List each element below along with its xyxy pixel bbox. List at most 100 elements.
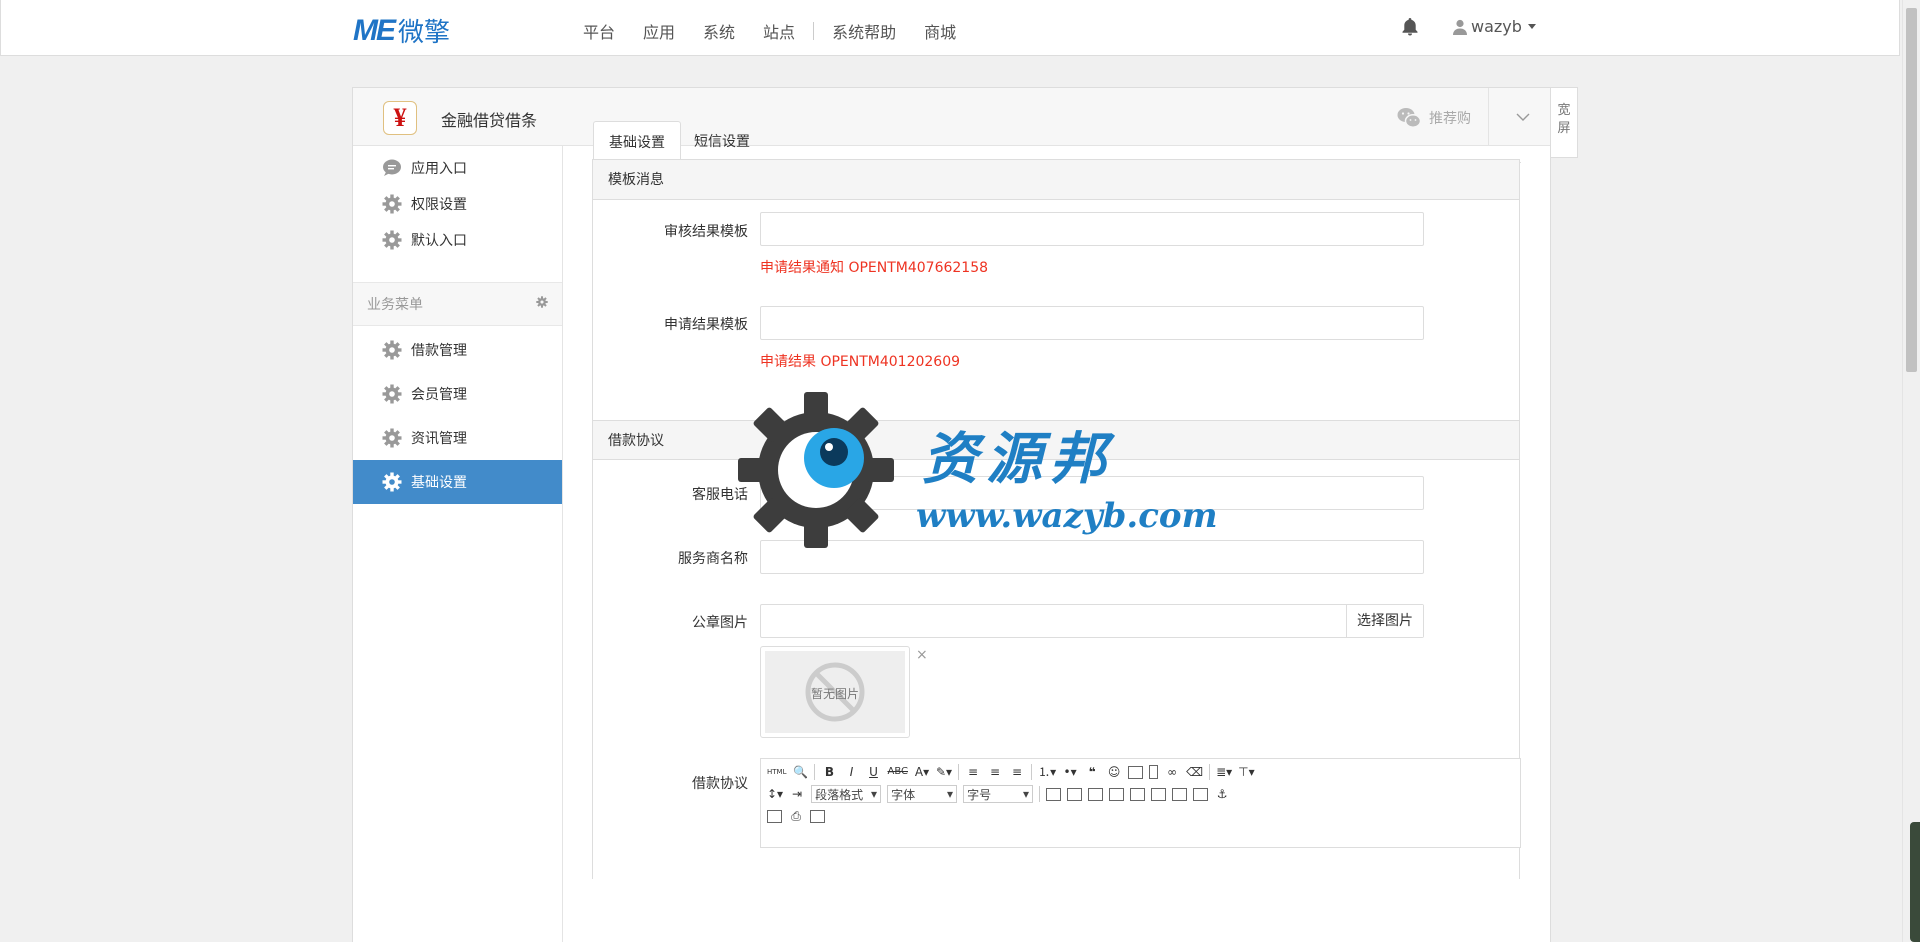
sidebar-group-business: 业务菜单 [353,282,562,326]
sidebar-item-label: 基础设置 [411,475,467,491]
app-title: 金融借贷借条 [441,111,538,130]
sidebar-item-basic-settings[interactable]: 基础设置 [353,460,562,504]
table-delete-icon[interactable] [1067,787,1083,801]
italic-icon[interactable]: I [843,764,859,780]
tab-sms-settings[interactable]: 短信设置 [679,121,765,164]
nav-apps[interactable]: 应用 [643,19,675,43]
align-right-icon[interactable]: ≡ [1009,764,1025,780]
user-menu[interactable]: wazyb [1453,17,1536,36]
pick-image-button[interactable]: 选择图片 [1346,605,1423,637]
nav-store[interactable]: 商城 [924,19,956,43]
unordered-list-icon[interactable]: •▾ [1062,764,1078,780]
table-props-icon[interactable] [1172,787,1188,801]
sidebar-group-label: 业务菜单 [367,297,423,313]
review-template-label: 审核结果模板 [664,224,748,240]
apply-template-label: 申请结果模板 [664,317,748,333]
print-icon[interactable]: ⎙ [788,808,804,824]
sidebar-item-default-entry[interactable]: 默认入口 [353,218,562,262]
sidebar-item-label: 借款管理 [411,343,467,359]
brand-logo[interactable]: ME 微擎 [353,12,450,49]
wide-screen-button[interactable]: 宽屏 [1551,87,1578,158]
apply-template-hint: 申请结果 OPENTM401202609 [760,354,961,370]
editor-toolbar-row-2: ↕▾ ⇥ 段落格式 ▾ 字体 ▾ 字号 ▾ ⚓ [767,783,1230,805]
highlight-icon[interactable]: ✎▾ [936,764,952,780]
rich-text-editor[interactable]: HTML 🔍 B I U ABC A▾ ✎▾ ≡ ≡ ≡ ⒈▾ •▾ ❝ ☺ ∞… [760,758,1521,848]
nav-platform[interactable]: 平台 [583,19,615,43]
align-left-icon[interactable]: ≡ [965,764,981,780]
toolbar-divider [1039,786,1041,802]
align-center-icon[interactable]: ≡ [987,764,1003,780]
gear-icon [381,193,403,215]
paste-icon[interactable] [810,809,825,823]
table-col-icon[interactable] [1109,787,1125,801]
toolbar-divider [1209,764,1211,780]
font-family-select[interactable]: 字体 ▾ [887,785,958,803]
table-merge-icon[interactable] [1130,787,1146,801]
side-widget-tab[interactable] [1910,822,1920,942]
quote-icon[interactable]: ❝ [1084,764,1100,780]
anchor-icon[interactable]: ⚓ [1214,786,1230,802]
apply-template-input[interactable] [760,306,1424,340]
sidebar-item-label: 应用入口 [411,161,467,177]
format-painter-icon[interactable]: ⊤▾ [1238,764,1254,780]
review-template-input[interactable] [760,212,1424,246]
no-image-text: 暂无图片 [811,687,860,701]
font-size-select[interactable]: 字号 ▾ [963,785,1034,803]
link-icon[interactable]: ∞ [1164,764,1180,780]
tab-basic-settings[interactable]: 基础设置 [593,121,681,164]
nav-system[interactable]: 系统 [703,19,735,43]
paragraph-format-value: 段落格式 [815,787,864,802]
emoji-icon[interactable]: ☺ [1106,764,1122,780]
watermark: 资源邦 www.wazyb.com [736,390,1218,550]
sidebar-item-label: 默认入口 [411,233,467,249]
agreement-label: 借款协议 [692,776,748,792]
gear-icon [381,339,403,361]
select-caret-icon: ▾ [871,787,878,801]
page-break-icon[interactable] [1149,765,1159,779]
toolbar-divider [958,764,960,780]
remove-image-icon[interactable]: × [916,647,928,663]
strikethrough-icon[interactable]: ABC [887,764,908,780]
wide-screen-label: 宽屏 [1557,103,1571,136]
sidebar-item-news[interactable]: 资讯管理 [353,416,562,460]
gear-icon [381,229,403,251]
caret-down-icon [1527,24,1536,29]
table-insert-icon[interactable] [1046,787,1062,801]
toolbar-divider [1031,764,1033,780]
watermark-title: 资源邦 [922,426,1114,492]
font-size-value: 字号 [967,787,992,802]
html-source-button[interactable]: HTML [767,764,786,780]
username: wazyb [1471,17,1522,36]
eraser-icon[interactable]: ⌫ [1186,764,1203,780]
table-row-icon[interactable] [1088,787,1104,801]
nav-sites[interactable]: 站点 [763,19,795,43]
nav-help[interactable]: 系统帮助 [832,19,896,43]
table-split-icon[interactable] [1151,787,1167,801]
table-cell-icon[interactable] [1193,787,1209,801]
paragraph-format-select[interactable]: 段落格式 ▾ [811,785,882,803]
main-nav: 平台 应用 系统 站点 系统帮助 商城 [583,19,984,43]
no-image-placeholder: 暂无图片 [765,651,905,733]
scrollbar-thumb[interactable] [1906,8,1917,372]
settings-tabs: 基础设置 短信设置 [593,121,1521,164]
underline-icon[interactable]: U [865,764,881,780]
seal-image-preview: 暂无图片 [760,646,910,738]
image-icon[interactable] [1128,765,1144,779]
bold-icon[interactable]: B [821,764,837,780]
page-scrollbar[interactable] [1902,0,1920,942]
indent-icon[interactable]: ⇥ [789,786,805,802]
group-settings-icon[interactable] [536,296,548,312]
sidebar-item-loans[interactable]: 借款管理 [353,328,562,372]
row-spacing-icon[interactable]: ↕▾ [767,786,783,802]
sidebar: 应用入口 权限设置 默认入口 业务菜单 借款管理 会员管理 资讯管理 基础设置 [353,146,563,942]
review-template-hint: 申请结果通知 OPENTM407662158 [760,260,989,276]
line-height-icon[interactable]: ≣▾ [1216,764,1232,780]
font-color-icon[interactable]: A▾ [914,764,930,780]
sidebar-item-members[interactable]: 会员管理 [353,372,562,416]
bell-icon[interactable] [1401,17,1419,37]
ordered-list-icon[interactable]: ⒈▾ [1038,764,1056,780]
sidebar-item-label: 会员管理 [411,387,467,403]
preview-icon[interactable]: 🔍 [792,764,808,780]
toolbar-divider [814,764,816,780]
template-icon[interactable] [767,809,782,823]
